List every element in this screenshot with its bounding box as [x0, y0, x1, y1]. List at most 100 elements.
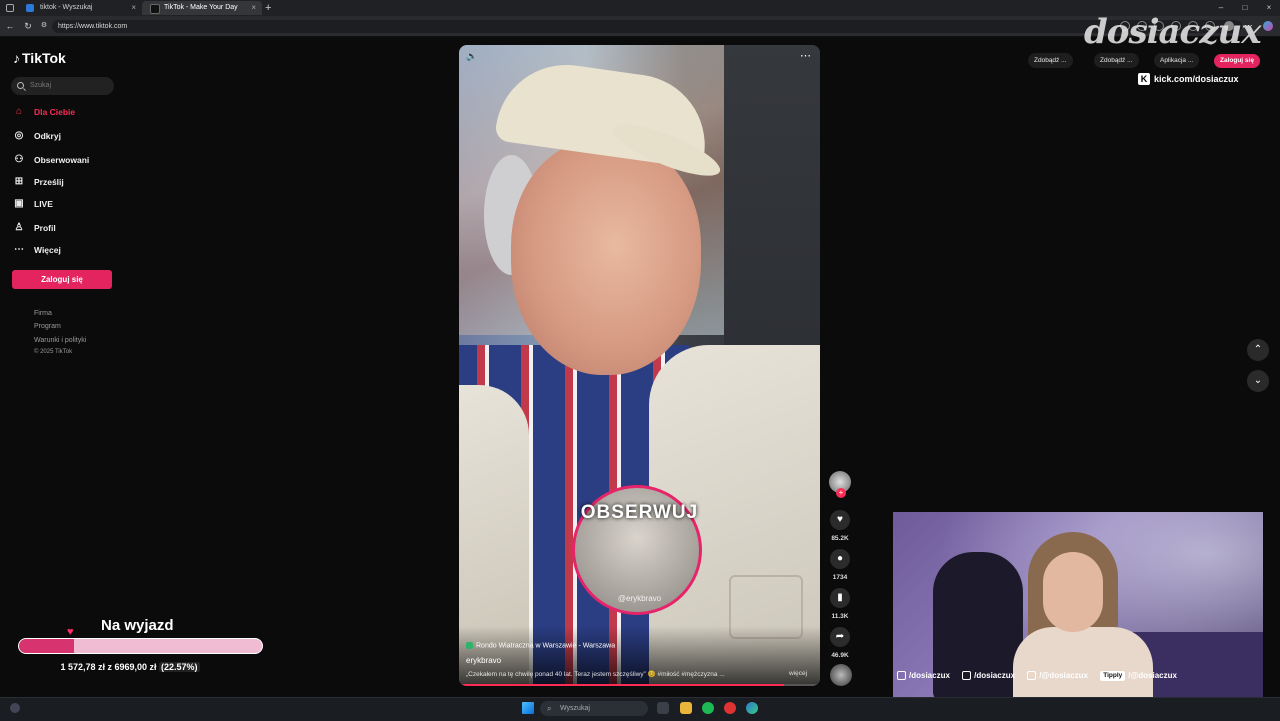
sidebar-item-following[interactable]: ⚇ Obserwowani — [14, 152, 90, 168]
video-player[interactable]: OBSERWUJ @erykbravo 🔈 ⋯ Rondo Wiatraczna… — [459, 45, 820, 686]
logo-text: TikTok — [22, 50, 66, 66]
sidebar-item-label: Odkryj — [34, 131, 61, 141]
goal-amount: 1 572,78 zł z 6969,00 zł (22.57%) — [0, 662, 260, 672]
close-tab-icon[interactable]: × — [131, 1, 136, 15]
footer-link-program[interactable]: Program — [34, 323, 61, 330]
like-button[interactable]: ♥ — [830, 510, 850, 530]
location-tag[interactable]: Rondo Wiatraczna w Warszawie - Warszawa — [466, 642, 615, 649]
close-tab-icon[interactable]: × — [251, 1, 256, 15]
app-icon[interactable] — [724, 702, 736, 714]
streamer-brand-watermark: dosiaczux — [1084, 12, 1262, 52]
location-icon — [466, 642, 473, 649]
footer-link-company[interactable]: Firma — [34, 310, 52, 317]
instagram-icon — [897, 671, 906, 681]
widgets-icon[interactable] — [10, 703, 20, 713]
taskbar-search-placeholder: Wyszukaj — [560, 705, 590, 712]
sidebar-item-more[interactable]: ⋯ Więcej — [14, 242, 61, 258]
share-count: 46.9K — [831, 652, 849, 659]
sidebar-item-profile[interactable]: ♙ Profil — [14, 220, 56, 236]
start-button[interactable] — [522, 702, 534, 714]
social-label: /@dosiaczux — [1128, 671, 1177, 680]
video-author[interactable]: erykbravo — [466, 656, 501, 665]
spotify-icon[interactable] — [702, 702, 714, 714]
user-follow-icon: ⚇ — [14, 154, 24, 165]
tab-actions-icon[interactable] — [6, 4, 14, 12]
promo-handle: @erykbravo — [617, 594, 662, 603]
sidebar-item-label: LIVE — [34, 199, 53, 209]
volume-icon[interactable]: 🔈 — [466, 51, 477, 62]
footer-link-terms[interactable]: Warunki i polityki — [34, 337, 86, 344]
save-count: 11.3K — [831, 613, 849, 620]
social-handles: /dosiaczux /dosiaczux /@dosiaczux Tipply… — [897, 669, 1263, 683]
bookmark-icon: ▮ — [837, 592, 843, 603]
home-icon: ⌂ — [15, 106, 23, 117]
taskbar-search[interactable]: ⌕ Wyszukaj — [540, 701, 648, 716]
follow-plus-button[interactable]: + — [836, 488, 846, 498]
share-button[interactable]: ➦ — [830, 627, 850, 647]
search-input[interactable]: Szukaj — [11, 77, 114, 95]
tab-tiktok[interactable]: TikTok - Make Your Day × — [142, 1, 262, 15]
sidebar-item-explore[interactable]: ◎ Odkryj — [14, 128, 61, 144]
close-window-button[interactable]: × — [1262, 2, 1276, 14]
top-login-button[interactable]: Zaloguj się — [1214, 54, 1260, 68]
sidebar-item-live[interactable]: ▣ LIVE — [14, 196, 53, 212]
heart-icon: ♥ — [837, 514, 843, 525]
like-count: 85.2K — [831, 535, 849, 542]
search-icon — [17, 82, 24, 89]
edge-icon[interactable] — [746, 702, 758, 714]
social-youtube: /@dosiaczux — [1027, 669, 1088, 683]
copyright: © 2025 TikTok — [34, 349, 73, 355]
previous-video-button[interactable]: ⌃ — [1247, 339, 1269, 361]
goal-title: Na wyjazd — [101, 617, 174, 634]
kick-label: kick.com/dosiaczux — [1154, 74, 1239, 84]
get-coins-label: Zdobądź ... — [1100, 57, 1133, 64]
bing-favicon-icon — [26, 4, 34, 12]
tiktok-note-icon: ♪ — [13, 50, 20, 66]
chevron-down-icon: ⌄ — [1253, 375, 1263, 386]
sidebar-item-upload[interactable]: ⊞ Prześlij — [14, 174, 64, 190]
comment-button[interactable]: ● — [830, 549, 850, 569]
search-placeholder: Szukaj — [30, 82, 52, 89]
video-progress-bar[interactable] — [459, 684, 820, 686]
promo-text: OBSERWUJ — [580, 502, 699, 523]
profile-icon: ♙ — [14, 222, 24, 233]
location-label: Rondo Wiatraczna w Warszawie - Warszawa — [476, 642, 616, 650]
get-app-button[interactable]: Zdobądź ... — [1028, 53, 1073, 68]
tipply-badge: Tipply — [1100, 670, 1126, 681]
get-app-label: Zdobądź ... — [1034, 57, 1067, 64]
save-button[interactable]: ▮ — [830, 588, 850, 608]
get-coins-button[interactable]: Zdobądź ... — [1094, 53, 1139, 68]
tab-label: TikTok - Make Your Day — [164, 4, 238, 11]
app-label: Aplikacja ... — [1160, 57, 1194, 64]
tiktok-logo[interactable]: ♪ TikTok — [13, 50, 66, 66]
site-info-icon[interactable]: ⚙ — [38, 20, 50, 32]
video-more-icon[interactable]: ⋯ — [800, 49, 811, 62]
copilot-icon[interactable] — [1263, 21, 1273, 31]
sidebar-item-label: Dla Ciebie — [34, 107, 76, 117]
caption-more-link[interactable]: więcej — [789, 670, 807, 677]
heart-icon: ♥ — [67, 626, 74, 638]
goal-progress-bar — [18, 638, 263, 654]
sound-disc-avatar[interactable] — [830, 664, 852, 686]
sidebar-item-label: Więcej — [34, 245, 61, 255]
app-button[interactable]: Aplikacja ... — [1154, 53, 1200, 68]
url-field[interactable]: https://www.tiktok.com — [52, 20, 1242, 33]
tab-label: tiktok - Wyszukaj — [40, 4, 93, 11]
login-button[interactable]: Zaloguj się — [12, 270, 112, 289]
social-label: /dosiaczux — [974, 671, 1016, 680]
goal-progress-fill — [19, 639, 74, 653]
next-video-button[interactable]: ⌄ — [1247, 370, 1269, 392]
new-tab-button[interactable]: + — [265, 0, 271, 16]
tab-search[interactable]: tiktok - Wyszukaj × — [18, 1, 142, 15]
reload-icon[interactable]: ↻ — [22, 20, 34, 32]
task-view-icon[interactable] — [657, 702, 669, 714]
chevron-up-icon: ⌃ — [1253, 344, 1263, 355]
live-icon: ▣ — [14, 198, 24, 209]
kick-link: Kkick.com/dosiaczux — [1138, 73, 1239, 85]
sidebar-item-for-you[interactable]: ⌂ Dla Ciebie — [14, 104, 75, 120]
comment-icon: ● — [836, 553, 844, 564]
webcam-feed — [893, 512, 1263, 720]
sidebar-item-label: Prześlij — [34, 177, 64, 187]
file-explorer-icon[interactable] — [680, 702, 692, 714]
back-icon[interactable]: ← — [4, 20, 16, 32]
